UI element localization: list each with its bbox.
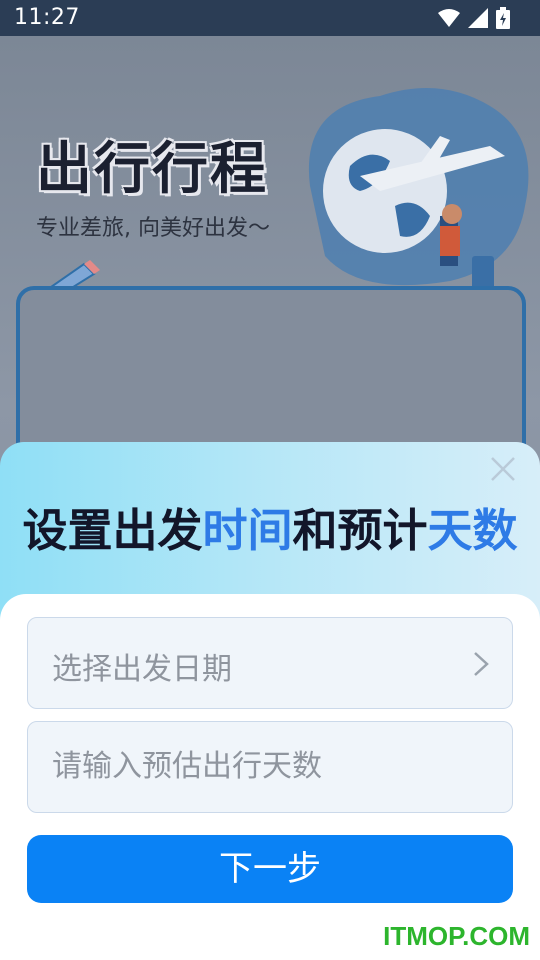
chevron-right-icon [474, 652, 489, 676]
trip-days-input[interactable] [52, 744, 482, 788]
next-button[interactable]: 下一步 [27, 835, 513, 903]
battery-icon [496, 7, 510, 29]
status-time: 11:27 [14, 5, 80, 30]
status-bar: 11:27 [0, 0, 540, 36]
background-subtitle: 专业差旅, 向美好出发～ [36, 216, 270, 241]
title-part-2: 和预计 [292, 504, 428, 557]
wifi-icon [438, 9, 460, 27]
background-title: 出行行程 [36, 137, 268, 202]
title-part-1: 设置出发 [22, 504, 203, 557]
bottom-sheet: 设置出发时间和预计天数 选择出发日期 下一步 [0, 442, 540, 960]
travel-illustration [290, 88, 529, 312]
departure-date-placeholder: 选择出发日期 [52, 652, 232, 687]
title-highlight-days: 天数 [427, 504, 518, 557]
trip-days-field [27, 721, 513, 813]
departure-date-picker[interactable]: 选择出发日期 [27, 617, 513, 709]
sheet-title: 设置出发时间和预计天数 [0, 494, 540, 559]
watermark: ITMOP.COM [383, 921, 530, 951]
close-icon[interactable] [488, 454, 518, 484]
title-highlight-time: 时间 [202, 504, 293, 557]
sheet-body: 选择出发日期 下一步 [0, 594, 540, 960]
signal-icon [468, 8, 488, 28]
status-icons [438, 7, 510, 29]
